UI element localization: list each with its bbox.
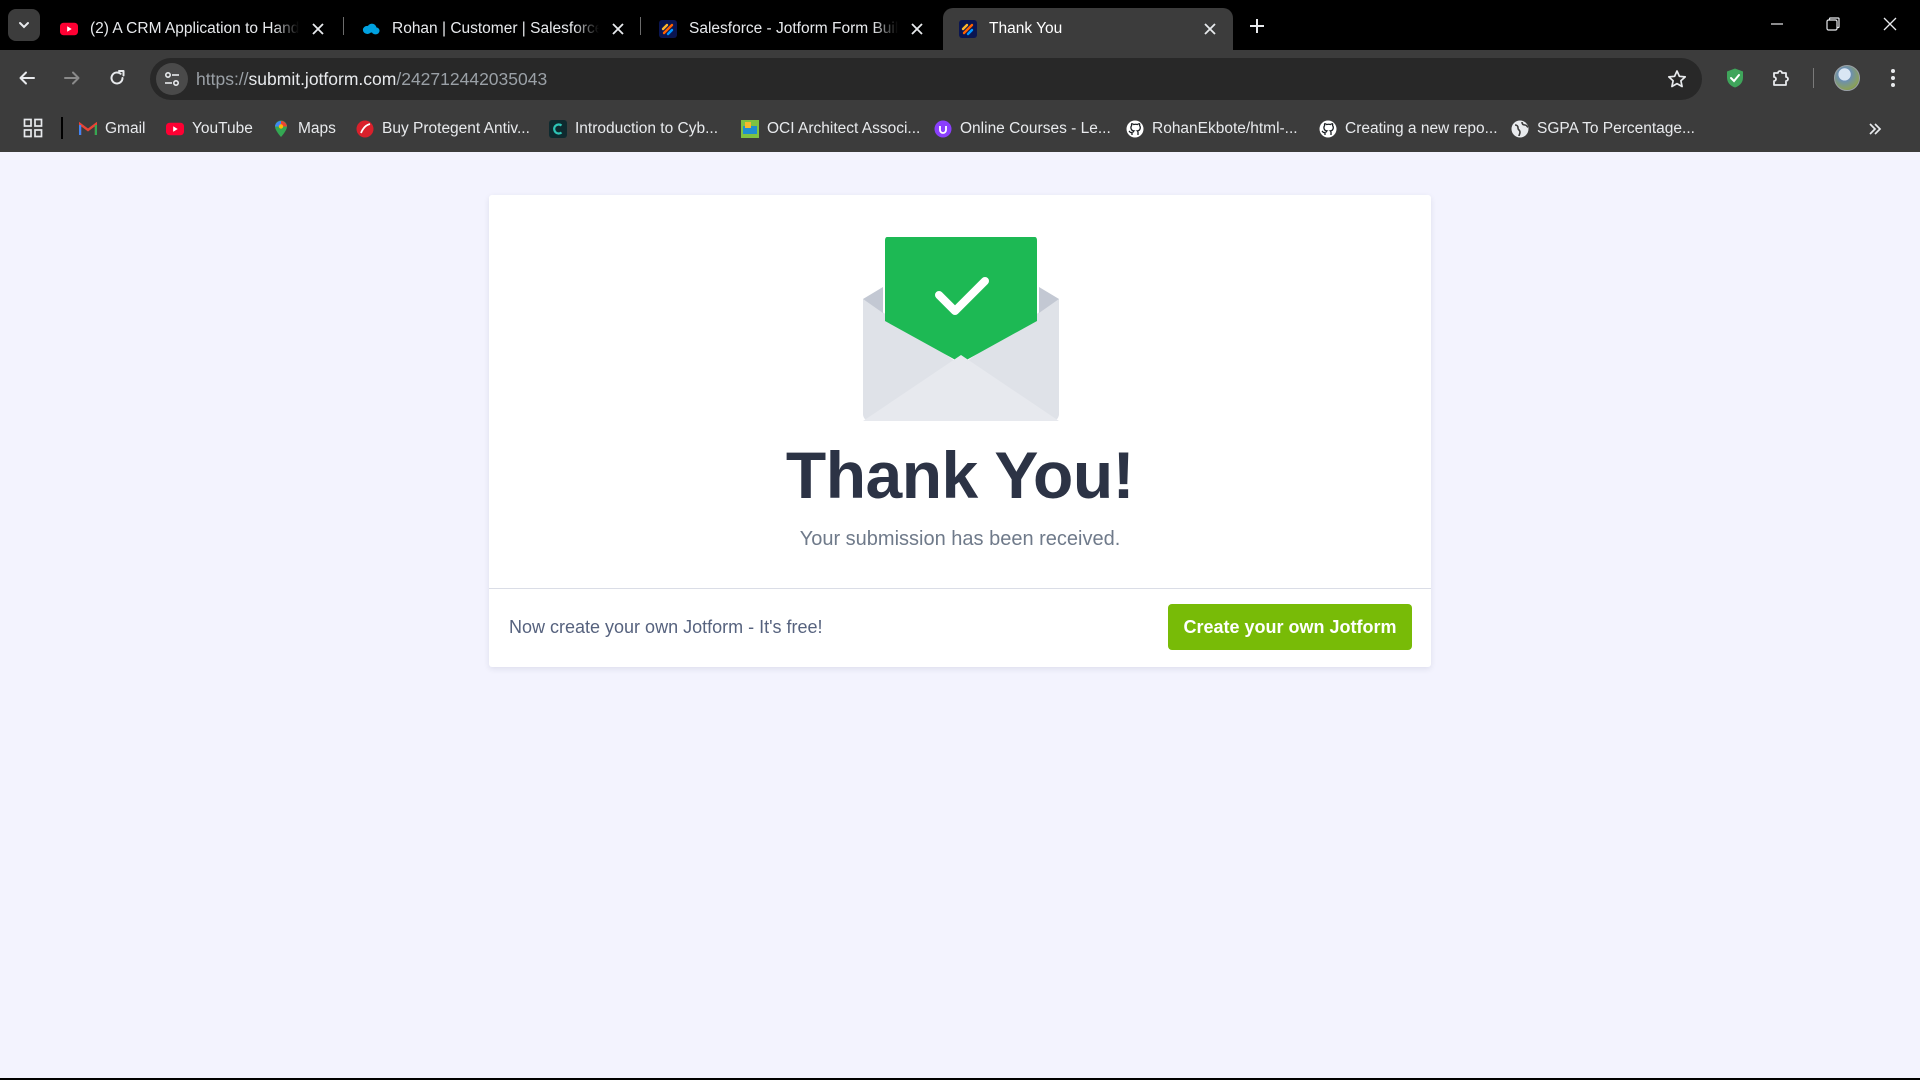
plus-icon bbox=[1250, 19, 1264, 33]
tab-jotform-builder[interactable]: Salesforce - Jotform Form Build bbox=[643, 8, 940, 50]
bookmark-label: Buy Protegent Antiv... bbox=[382, 120, 530, 137]
minimize-button[interactable] bbox=[1759, 7, 1795, 41]
shield-icon bbox=[1727, 68, 1743, 88]
jotform-icon bbox=[659, 20, 677, 38]
envelope-check-icon bbox=[863, 237, 1059, 421]
new-tab-button[interactable] bbox=[1243, 12, 1271, 40]
tab-salesforce-customer[interactable]: Rohan | Customer | Salesforce bbox=[346, 8, 641, 50]
tune-icon bbox=[164, 71, 180, 87]
address-bar[interactable]: https://submit.jotform.com/2427124420350… bbox=[150, 58, 1702, 100]
apps-grid-icon bbox=[23, 118, 43, 138]
arrow-left-icon bbox=[19, 71, 35, 85]
close-icon[interactable] bbox=[906, 18, 928, 40]
shield-extension-button[interactable] bbox=[1719, 62, 1751, 94]
page-content: Thank You! Your submission has been rece… bbox=[0, 152, 1920, 1078]
close-window-button[interactable] bbox=[1872, 7, 1908, 41]
bookmark-online-courses[interactable]: Online Courses - Le... bbox=[934, 117, 1111, 141]
more-bookmarks-button[interactable] bbox=[1862, 116, 1888, 142]
tab-thank-you[interactable]: Thank You bbox=[943, 8, 1233, 50]
bookmark-label: YouTube bbox=[192, 120, 253, 137]
site-info-button[interactable] bbox=[156, 63, 188, 95]
back-button[interactable] bbox=[9, 60, 45, 96]
url-text[interactable]: https://submit.jotform.com/2427124420350… bbox=[196, 69, 547, 90]
close-icon[interactable] bbox=[607, 18, 629, 40]
bookmark-star-button[interactable] bbox=[1662, 64, 1692, 94]
bookmark-new-repo[interactable]: Creating a new repo... bbox=[1319, 117, 1498, 141]
protegent-icon bbox=[356, 120, 374, 138]
maps-icon bbox=[272, 120, 290, 138]
create-jotform-button[interactable]: Create your own Jotform bbox=[1168, 604, 1412, 650]
reload-button[interactable] bbox=[99, 60, 135, 96]
bookmark-gmail[interactable]: Gmail bbox=[79, 117, 145, 141]
salesforce-icon bbox=[362, 20, 380, 38]
restore-icon bbox=[1826, 17, 1840, 31]
browser-toolbar: https://submit.jotform.com/2427124420350… bbox=[0, 50, 1920, 106]
bookmark-protegent[interactable]: Buy Protegent Antiv... bbox=[356, 117, 530, 141]
bookmark-label: Online Courses - Le... bbox=[960, 120, 1111, 137]
extensions-button[interactable] bbox=[1765, 62, 1797, 94]
tab-crm-youtube[interactable]: (2) A CRM Application to Handl bbox=[44, 8, 341, 50]
promo-text: Now create your own Jotform - It's free! bbox=[509, 617, 823, 637]
toolbar-divider bbox=[1813, 68, 1814, 88]
tab-strip: (2) A CRM Application to Handl Rohan | C… bbox=[0, 0, 1920, 50]
arrow-right-icon bbox=[64, 71, 80, 85]
star-icon bbox=[1667, 70, 1687, 88]
url-path: /242712442035043 bbox=[396, 69, 548, 89]
submission-message: Your submission has been received. bbox=[799, 528, 1121, 550]
course-icon bbox=[549, 120, 567, 138]
bookmark-label: Maps bbox=[298, 120, 336, 137]
bookmark-youtube[interactable]: YouTube bbox=[166, 117, 253, 141]
github-icon bbox=[1126, 120, 1144, 138]
minimize-icon bbox=[1771, 23, 1783, 25]
chevron-double-right-icon bbox=[1869, 123, 1882, 135]
bookmark-label: RohanEkbote/html-... bbox=[1152, 120, 1298, 137]
more-vert-icon bbox=[1891, 69, 1895, 87]
bookmark-maps[interactable]: Maps bbox=[272, 117, 336, 141]
page-title: Thank You! bbox=[785, 438, 1135, 512]
card-footer: Now create your own Jotform - It's free!… bbox=[489, 588, 1431, 667]
tab-title: Thank You bbox=[989, 20, 1063, 37]
bookmark-github-html[interactable]: RohanEkbote/html-... bbox=[1126, 117, 1298, 141]
globe-icon bbox=[1511, 120, 1529, 138]
tab-title: Salesforce - Jotform Form Build bbox=[689, 20, 898, 37]
udemy-icon bbox=[934, 120, 952, 138]
tab-separator bbox=[640, 17, 641, 35]
profile-avatar[interactable] bbox=[1834, 65, 1860, 91]
tab-title: Rohan | Customer | Salesforce bbox=[392, 20, 599, 37]
bookmark-sgpa[interactable]: SGPA To Percentage... bbox=[1511, 117, 1695, 141]
url-scheme: https:// bbox=[196, 69, 249, 89]
bookmark-oci[interactable]: OCI Architect Associ... bbox=[741, 117, 920, 141]
gmail-icon bbox=[79, 120, 97, 138]
url-host: submit.jotform.com bbox=[248, 69, 397, 89]
bookmark-label: Gmail bbox=[105, 120, 146, 137]
youtube-icon bbox=[166, 120, 184, 138]
browser-menu-button[interactable] bbox=[1877, 62, 1909, 94]
bookmark-cyber-intro[interactable]: Introduction to Cyb... bbox=[549, 117, 718, 141]
tab-search-button[interactable] bbox=[8, 9, 40, 41]
bookmark-label: Creating a new repo... bbox=[1345, 120, 1498, 137]
bookmarks-bar: Gmail YouTube Maps Buy Protegent Antiv..… bbox=[0, 106, 1920, 152]
puzzle-icon bbox=[1773, 70, 1789, 86]
close-icon[interactable] bbox=[1199, 18, 1221, 40]
jotform-icon bbox=[959, 20, 977, 38]
chevron-down-icon bbox=[19, 22, 29, 29]
bookmark-label: Introduction to Cyb... bbox=[575, 120, 719, 137]
tab-separator bbox=[343, 17, 344, 35]
github-icon bbox=[1319, 120, 1337, 138]
bookmark-label: SGPA To Percentage... bbox=[1537, 120, 1695, 137]
close-icon bbox=[1883, 17, 1897, 31]
forward-button[interactable] bbox=[54, 60, 90, 96]
reload-icon bbox=[110, 70, 125, 85]
tab-title: (2) A CRM Application to Handl bbox=[90, 20, 299, 37]
bookmarks-separator bbox=[61, 117, 63, 139]
oci-icon bbox=[741, 120, 759, 138]
youtube-icon bbox=[60, 20, 78, 38]
thank-you-card: Thank You! Your submission has been rece… bbox=[489, 195, 1431, 667]
restore-button[interactable] bbox=[1815, 7, 1851, 41]
apps-button[interactable] bbox=[20, 115, 46, 141]
bookmark-label: OCI Architect Associ... bbox=[767, 120, 921, 137]
close-icon[interactable] bbox=[307, 18, 329, 40]
